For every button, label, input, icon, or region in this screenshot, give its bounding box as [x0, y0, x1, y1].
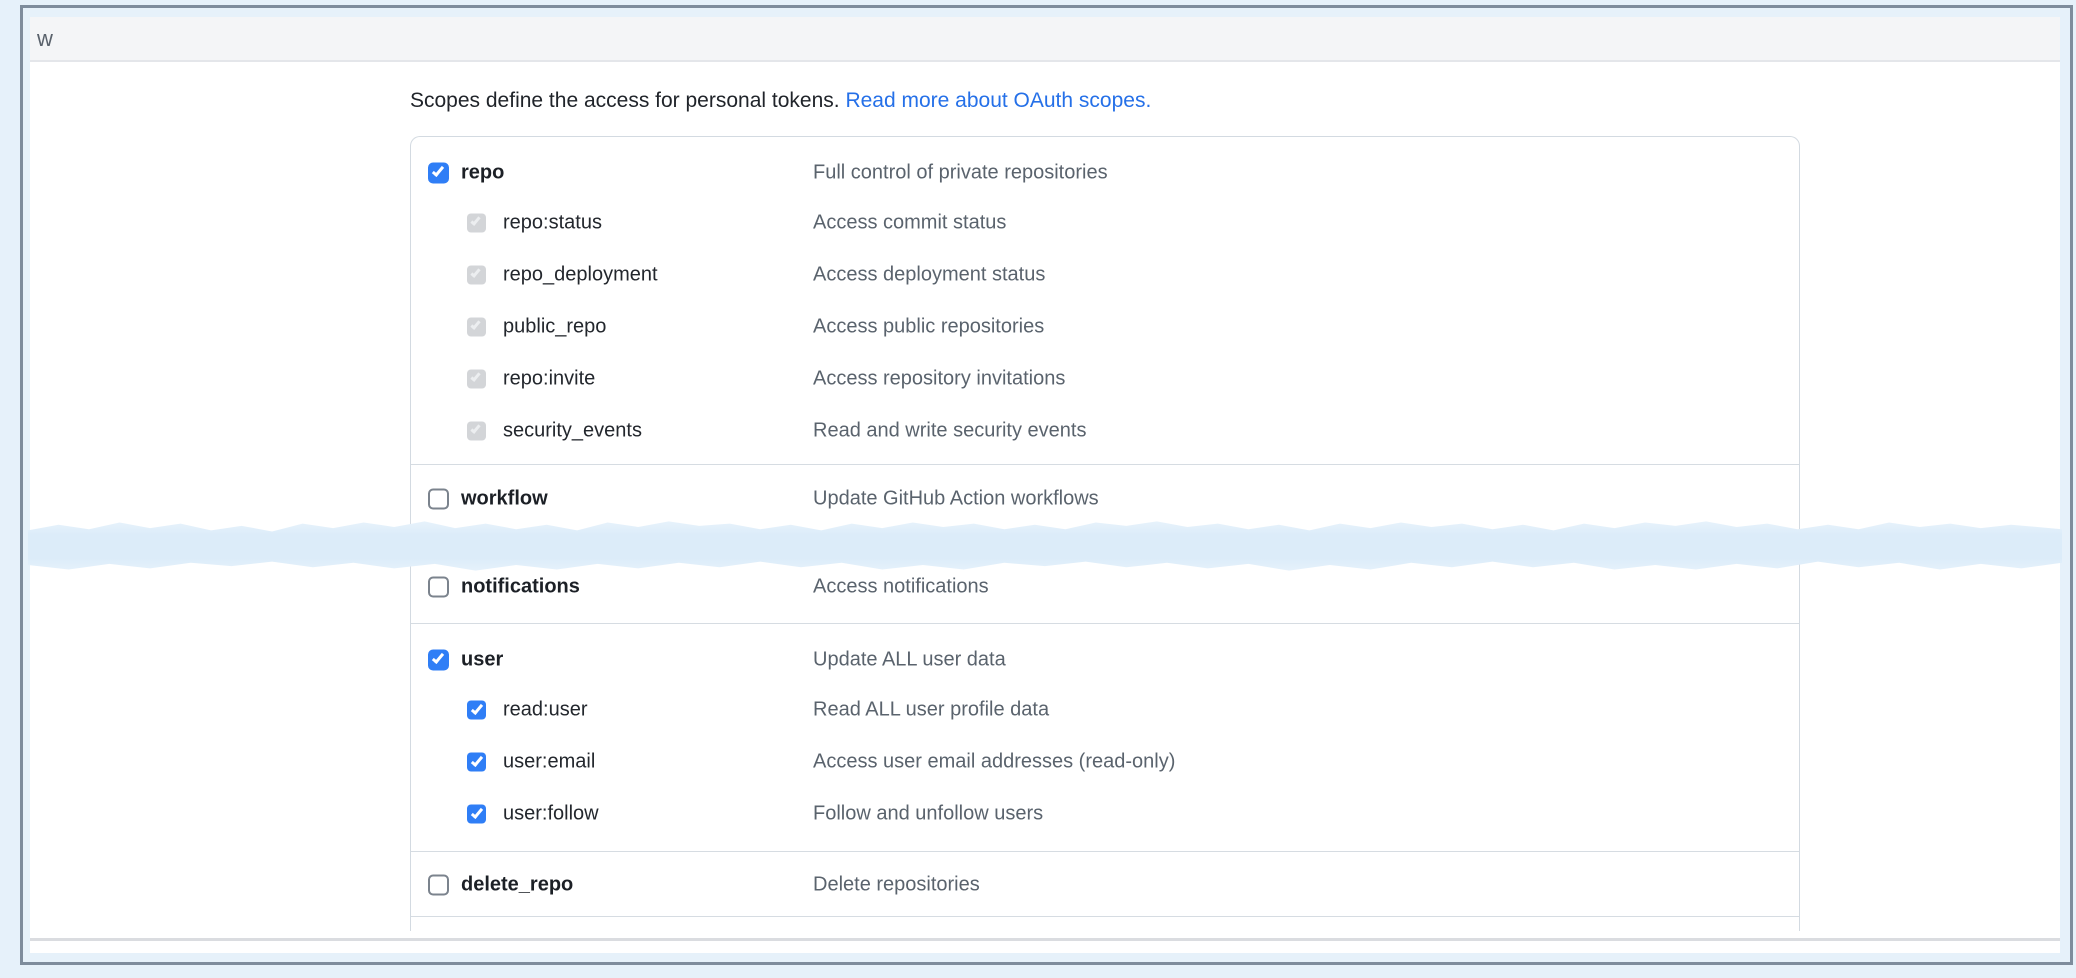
- scope-label: notifications: [461, 576, 580, 599]
- scope-label: security_events: [503, 420, 642, 443]
- check-icon: [471, 702, 483, 715]
- scope-group-workflow: workflow Update GitHub Action workflows: [411, 465, 1799, 533]
- scope-label: user:email: [503, 751, 595, 774]
- check-icon: [470, 267, 480, 278]
- scope-row-workflow: workflow Update GitHub Action workflows: [411, 475, 1799, 523]
- scope-row-user: user Update ALL user data: [411, 636, 1799, 684]
- scope-row-user-follow: user:follow Follow and unfollow users: [411, 788, 1799, 840]
- checkbox-notifications[interactable]: [428, 577, 449, 598]
- scope-row-repo: repo Full control of private repositorie…: [411, 149, 1799, 197]
- check-icon: [470, 371, 480, 382]
- checkbox-security-events: [467, 422, 486, 441]
- scope-row-repo-invite: repo:invite Access repository invitation…: [411, 353, 1799, 405]
- scope-group-repo: repo Full control of private repositorie…: [411, 137, 1799, 464]
- checkbox-delete-repo[interactable]: [428, 875, 449, 896]
- check-icon: [470, 215, 480, 226]
- scope-row-notifications: notifications Access notifications: [411, 563, 1799, 611]
- window-titlebar: w: [30, 17, 2060, 62]
- scope-description: Update GitHub Action workflows: [813, 488, 1099, 511]
- scope-description: Access notifications: [813, 576, 989, 599]
- scope-row-repo-deployment: repo_deployment Access deployment status: [411, 249, 1799, 301]
- scope-row-repo-status: repo:status Access commit status: [411, 197, 1799, 249]
- screenshot-canvas: w Scopes define the access for personal …: [0, 0, 2076, 978]
- scope-description: Access public repositories: [813, 316, 1044, 339]
- scope-label: repo:invite: [503, 368, 595, 391]
- scope-description: Update ALL user data: [813, 649, 1006, 672]
- scope-description: Delete repositories: [813, 874, 980, 897]
- scopes-heading-text: Scopes define the access for personal to…: [410, 89, 840, 112]
- scope-description: Access deployment status: [813, 264, 1045, 287]
- check-icon: [432, 651, 444, 664]
- check-icon: [471, 806, 483, 819]
- scope-row-public-repo: public_repo Access public repositories: [411, 301, 1799, 353]
- scope-label: public_repo: [503, 316, 606, 339]
- page-bottom-divider: [30, 938, 2060, 941]
- scope-group-delete-repo: delete_repo Delete repositories: [411, 852, 1799, 916]
- scope-label: read:user: [503, 699, 588, 722]
- check-icon: [471, 754, 483, 767]
- checkbox-read-user[interactable]: [467, 701, 486, 720]
- browser-window: w Scopes define the access for personal …: [30, 17, 2060, 953]
- scope-label: user: [461, 649, 503, 672]
- scope-description: Access repository invitations: [813, 368, 1065, 391]
- check-icon: [470, 319, 480, 330]
- checkbox-user[interactable]: [428, 650, 449, 671]
- scope-row-security-events: security_events Read and write security …: [411, 405, 1799, 457]
- scope-group-user: user Update ALL user data read:user Read…: [411, 624, 1799, 851]
- scope-label: repo:status: [503, 212, 602, 235]
- scope-label: delete_repo: [461, 874, 573, 897]
- checkbox-repo-deployment: [467, 266, 486, 285]
- settings-page: Scopes define the access for personal to…: [30, 64, 2060, 953]
- checkbox-user-follow[interactable]: [467, 805, 486, 824]
- scope-description: Full control of private repositories: [813, 162, 1108, 185]
- scope-row-delete-repo: delete_repo Delete repositories: [411, 861, 1799, 909]
- scope-label: repo: [461, 162, 504, 185]
- scope-label: workflow: [461, 488, 548, 511]
- scope-description: Access commit status: [813, 212, 1006, 235]
- scope-description: Read and write security events: [813, 420, 1086, 443]
- check-icon: [470, 423, 480, 434]
- oauth-scopes-link[interactable]: Read more about OAuth scopes.: [845, 89, 1151, 112]
- checkbox-repo-invite: [467, 370, 486, 389]
- titlebar-text: w: [37, 26, 53, 52]
- scope-label: user:follow: [503, 803, 599, 826]
- check-icon: [432, 164, 444, 177]
- scope-description: Follow and unfollow users: [813, 803, 1043, 826]
- scope-description: Access user email addresses (read-only): [813, 751, 1175, 774]
- scope-row-read-user: read:user Read ALL user profile data: [411, 684, 1799, 736]
- checkbox-public-repo: [467, 318, 486, 337]
- checkbox-workflow[interactable]: [428, 489, 449, 510]
- scopes-heading: Scopes define the access for personal to…: [410, 88, 2060, 114]
- scope-description: Read ALL user profile data: [813, 699, 1049, 722]
- checkbox-repo[interactable]: [428, 163, 449, 184]
- scope-label: repo_deployment: [503, 264, 658, 287]
- scope-group-cutoff: [411, 917, 1799, 931]
- checkbox-repo-status: [467, 214, 486, 233]
- scope-row-user-email: user:email Access user email addresses (…: [411, 736, 1799, 788]
- checkbox-user-email[interactable]: [467, 753, 486, 772]
